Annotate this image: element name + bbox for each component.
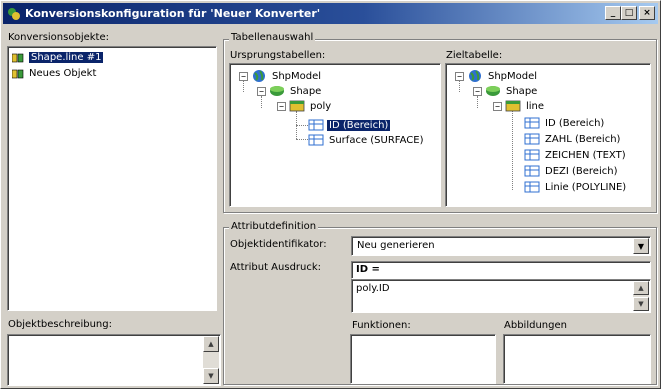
- object-description-field[interactable]: ▲ ▼: [7, 334, 221, 386]
- attribute-definition-title: Attributdefinition: [229, 221, 319, 232]
- attribute-expression-header: ID =: [351, 261, 651, 279]
- conversion-objects-list[interactable]: Shape.line #1 Neues Objekt: [7, 46, 217, 311]
- tree-node-leaf[interactable]: Surface (SURFACE): [308, 133, 426, 147]
- tree-node-level1[interactable]: − Shape: [473, 84, 539, 98]
- list-item[interactable]: Neues Objekt: [12, 68, 96, 79]
- tree-node-level1[interactable]: − Shape: [257, 84, 323, 98]
- tree-node-label: line: [526, 100, 545, 112]
- close-button[interactable]: ×: [639, 6, 655, 20]
- scroll-down-button[interactable]: ▼: [203, 368, 219, 384]
- shape-icon: [486, 86, 500, 96]
- tree-connector: [296, 139, 308, 140]
- close-icon: ×: [643, 7, 651, 18]
- target-table-tree[interactable]: − ShpModel − Shape − line ID (Bereich) Z…: [445, 63, 651, 207]
- collapse-icon[interactable]: −: [239, 71, 248, 81]
- conversion-object-icon: [12, 69, 24, 78]
- tree-node-label: Shape: [290, 85, 322, 97]
- minimize-icon: _: [610, 7, 616, 18]
- tree-node-leaf[interactable]: ID (Bereich): [524, 116, 606, 130]
- table-field-icon: [524, 149, 540, 161]
- source-tables-tree[interactable]: − ShpModel − Shape − poly ID (Bereich) S…: [229, 63, 441, 207]
- tree-node-label: ZEICHEN (TEXT): [545, 149, 626, 161]
- scroll-up-button[interactable]: ▲: [203, 336, 219, 352]
- target-table-label: Zieltabelle:: [446, 50, 503, 61]
- conversion-objects-label: Konversionsobjekte:: [8, 32, 109, 43]
- title-bar[interactable]: Konversionskonfiguration für 'Neuer Konv…: [3, 3, 658, 24]
- tree-node-leaf[interactable]: ZAHL (Bereich): [524, 132, 622, 146]
- collapse-icon[interactable]: −: [493, 101, 502, 111]
- attribute-expression-value: poly.ID: [356, 283, 390, 294]
- mappings-label: Abbildungen: [504, 320, 567, 331]
- table-field-icon: [308, 119, 324, 131]
- table-group-icon: [505, 100, 521, 112]
- tree-node-root[interactable]: − ShpModel: [239, 69, 323, 83]
- tree-node-label: ShpModel: [488, 70, 538, 82]
- conversion-object-icon: [12, 53, 24, 62]
- tree-node-leaf[interactable]: Linie (POLYLINE): [524, 180, 628, 194]
- app-icon: [8, 7, 20, 20]
- window-title: Konversionskonfiguration für 'Neuer Konv…: [25, 7, 321, 20]
- object-identifier-dropdown-button[interactable]: ▼: [633, 238, 649, 254]
- scroll-up-button[interactable]: ▲: [633, 281, 649, 295]
- tree-node-level2[interactable]: − line: [493, 99, 546, 113]
- tree-node-label: ShpModel: [272, 70, 322, 82]
- arrow-down-icon: ▼: [638, 300, 644, 308]
- shape-icon: [270, 86, 284, 96]
- list-item-label: Shape.line #1: [29, 52, 104, 63]
- tree-node-leaf[interactable]: ZEICHEN (TEXT): [524, 148, 628, 162]
- tree-node-leaf[interactable]: ID (Bereich): [308, 118, 392, 132]
- attribute-expression-label: Attribut Ausdruck:: [230, 262, 322, 273]
- collapse-icon[interactable]: −: [257, 86, 266, 96]
- functions-list[interactable]: [350, 334, 496, 384]
- collapse-icon[interactable]: −: [277, 101, 286, 111]
- collapse-icon[interactable]: −: [455, 71, 464, 81]
- attribute-expression-target: ID =: [356, 264, 380, 275]
- table-field-icon: [308, 134, 324, 146]
- tree-node-label: ID (Bereich): [545, 117, 605, 129]
- tree-node-root[interactable]: − ShpModel: [455, 69, 539, 83]
- minimize-button[interactable]: _: [605, 6, 621, 20]
- arrow-down-icon: ▼: [208, 372, 214, 380]
- tree-node-label: ZAHL (Bereich): [545, 133, 621, 145]
- table-group-icon: [289, 100, 305, 112]
- chevron-down-icon: ▼: [637, 241, 645, 251]
- tree-node-label: Shape: [506, 85, 538, 97]
- object-identifier-value: Neu generieren: [357, 240, 435, 251]
- collapse-icon[interactable]: −: [473, 86, 482, 96]
- object-identifier-label: Objektidentifikator:: [230, 239, 327, 250]
- tree-node-label: Linie (POLYLINE): [545, 181, 627, 193]
- tree-node-label: Surface (SURFACE): [329, 134, 424, 146]
- tree-node-level2[interactable]: − poly: [277, 99, 333, 113]
- object-description-label: Objektbeschreibung:: [8, 319, 112, 330]
- table-field-icon: [524, 133, 540, 145]
- arrow-up-icon: ▲: [208, 340, 214, 348]
- expression-scrollbar[interactable]: ▲ ▼: [633, 281, 649, 311]
- list-item-label: Neues Objekt: [29, 68, 97, 79]
- maximize-button[interactable]: □: [621, 6, 637, 20]
- source-tables-label: Ursprungstabellen:: [230, 50, 326, 61]
- tree-connector: [296, 125, 308, 126]
- tree-node-label: poly: [310, 100, 332, 112]
- maximize-icon: □: [624, 7, 634, 18]
- globe-icon: [469, 70, 481, 82]
- conversion-config-window: Konversionskonfiguration für 'Neuer Konv…: [0, 0, 661, 389]
- functions-label: Funktionen:: [352, 320, 411, 331]
- table-selection-title: Tabellenauswahl: [229, 32, 316, 43]
- object-identifier-select[interactable]: Neu generieren ▼: [351, 236, 651, 256]
- description-scrollbar[interactable]: ▲ ▼: [203, 336, 219, 384]
- tree-connector: [512, 111, 513, 190]
- list-item[interactable]: Shape.line #1: [12, 52, 104, 63]
- table-field-icon: [524, 165, 540, 177]
- mappings-list[interactable]: [503, 334, 651, 384]
- globe-icon: [253, 70, 265, 82]
- tree-node-label: ID (Bereich): [325, 118, 392, 132]
- arrow-up-icon: ▲: [638, 284, 644, 292]
- table-field-icon: [524, 181, 540, 193]
- scroll-down-button[interactable]: ▼: [633, 297, 649, 311]
- tree-node-leaf[interactable]: DEZI (Bereich): [524, 164, 619, 178]
- tree-node-label: DEZI (Bereich): [545, 165, 618, 177]
- window-controls: _ □ ×: [605, 6, 655, 20]
- attribute-expression-field[interactable]: poly.ID ▲ ▼: [351, 279, 651, 313]
- table-field-icon: [524, 117, 540, 129]
